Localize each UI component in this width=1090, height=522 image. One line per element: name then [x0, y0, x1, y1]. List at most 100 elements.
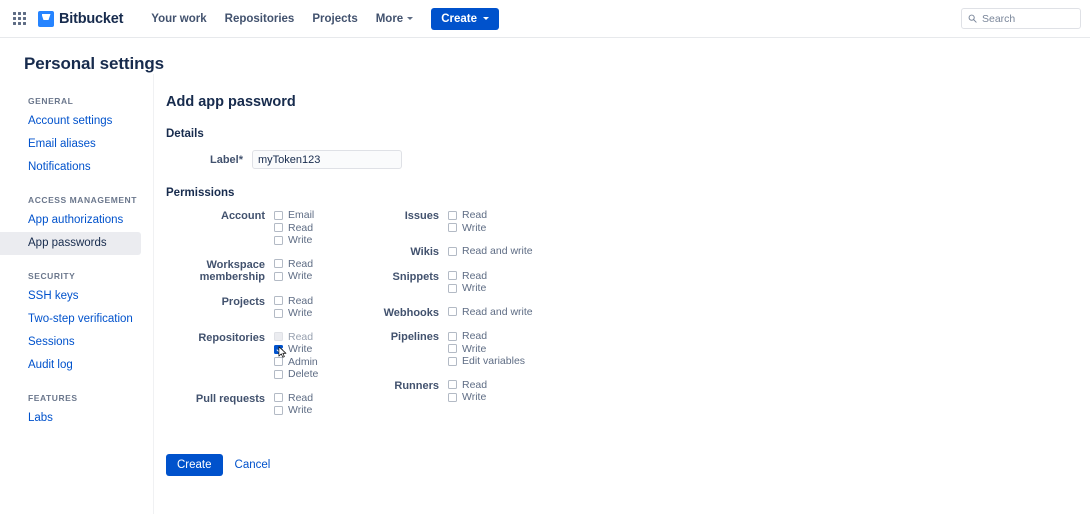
- checkbox-box[interactable]: [274, 259, 283, 269]
- permission-group: Workspace membership Read Write: [166, 258, 362, 284]
- cancel-button[interactable]: Cancel: [233, 454, 273, 476]
- nav-link-repositories[interactable]: Repositories: [217, 8, 303, 30]
- checkbox-label: Delete: [288, 368, 319, 381]
- sidebar-item-ssh-keys[interactable]: SSH keys: [0, 285, 141, 308]
- chevron-down-icon: [483, 17, 490, 20]
- permission-group-label: Account: [221, 210, 265, 222]
- sidebar-group: SECURITY SSH keys Two-step verification Ses…: [0, 271, 153, 377]
- sidebar-item-app-passwords[interactable]: App passwords: [0, 232, 141, 255]
- checkbox-box[interactable]: [448, 271, 457, 281]
- permission-group-label: Wikis: [410, 246, 439, 258]
- checkbox-box[interactable]: [274, 357, 283, 367]
- checkbox-box[interactable]: [274, 235, 283, 245]
- checkbox-pull-requests-write[interactable]: Write: [274, 404, 313, 417]
- checkbox-box[interactable]: [448, 356, 457, 366]
- sidebar-item-email-aliases[interactable]: Email aliases: [0, 133, 141, 156]
- nav-link-your-work[interactable]: Your work: [143, 8, 214, 30]
- permission-group: Pipelines Read Write Edit variables: [362, 330, 602, 368]
- permission-options: Read Write: [448, 209, 487, 234]
- checkbox-box[interactable]: [274, 308, 283, 318]
- checkbox-issues-read[interactable]: Read: [448, 209, 487, 222]
- checkbox-box[interactable]: [448, 246, 457, 256]
- permission-options: Read Write: [274, 258, 313, 284]
- sidebar-item-audit-log[interactable]: Audit log: [0, 354, 141, 377]
- checkbox-repositories-delete[interactable]: Delete: [274, 368, 318, 381]
- checkbox-webhooks-read-and-write[interactable]: Read and write: [448, 306, 533, 319]
- sidebar-item-labs[interactable]: Labs: [0, 407, 141, 430]
- permission-group-label: Issues: [404, 210, 439, 222]
- checkbox-wikis-read-and-write[interactable]: Read and write: [448, 245, 533, 258]
- permission-options: Read Write Edit variables: [448, 330, 525, 368]
- checkbox-repositories-read[interactable]: Read: [274, 331, 318, 344]
- permission-group-label: Pull requests: [195, 392, 265, 405]
- checkbox-issues-write[interactable]: Write: [448, 222, 487, 235]
- checkbox-box[interactable]: [448, 307, 457, 317]
- grid-apps-icon[interactable]: [8, 8, 30, 30]
- checkbox-label: Email: [288, 209, 315, 222]
- sidebar-group: GENERAL Account settings Email aliases Noti…: [0, 96, 153, 179]
- checkbox-pipelines-write[interactable]: Write: [448, 343, 525, 356]
- checkbox-box[interactable]: [448, 392, 457, 402]
- checkbox-pipelines-edit-variables[interactable]: Edit variables: [448, 355, 525, 368]
- checkbox-account-read[interactable]: Read: [274, 222, 314, 235]
- checkbox-box[interactable]: [274, 393, 283, 403]
- checkbox-runners-read[interactable]: Read: [448, 379, 487, 392]
- checkbox-box[interactable]: [274, 210, 283, 220]
- checkbox-repositories-admin[interactable]: Admin: [274, 356, 318, 369]
- nav-link-more[interactable]: More: [368, 8, 421, 30]
- nav-link-label: Repositories: [224, 12, 295, 25]
- checkbox-repositories-write[interactable]: Write: [274, 343, 318, 358]
- checkbox-runners-write[interactable]: Write: [448, 391, 487, 404]
- checkbox-pipelines-read[interactable]: Read: [448, 330, 525, 343]
- create-button[interactable]: Create: [431, 7, 500, 30]
- checkbox-snippets-write[interactable]: Write: [448, 282, 487, 295]
- sidebar-group-heading: SECURITY: [28, 271, 76, 281]
- checkbox-label: Read and write: [462, 245, 533, 258]
- checkbox-label: Write: [288, 234, 313, 247]
- permissions-left-column: Account Email Read Write Workspace membershi…: [166, 209, 362, 428]
- label-input[interactable]: [252, 150, 402, 169]
- checkbox-account-write[interactable]: Write: [274, 234, 314, 247]
- checkbox-box[interactable]: [274, 344, 283, 354]
- form-title: Add app password: [166, 94, 296, 110]
- checkbox-snippets-read[interactable]: Read: [448, 270, 487, 283]
- permission-group-label: Workspace membership: [199, 258, 265, 284]
- checkbox-box[interactable]: [274, 223, 283, 233]
- checkbox-account-email[interactable]: Email: [274, 209, 314, 222]
- permission-options: Read Write: [274, 392, 313, 417]
- sidebar-group: ACCESS MANAGEMENT App authorizations App p…: [0, 195, 153, 255]
- checkbox-box[interactable]: [274, 405, 283, 415]
- nav-link-projects[interactable]: Projects: [304, 8, 365, 30]
- checkbox-box[interactable]: [274, 296, 283, 306]
- checkbox-workspace-membership-read[interactable]: Read: [274, 258, 313, 271]
- checkbox-workspace-membership-write[interactable]: Write: [274, 270, 313, 283]
- permission-group: Snippets Read Write: [362, 270, 602, 295]
- checkbox-box[interactable]: [448, 331, 457, 341]
- checkbox-label: Write: [462, 221, 487, 234]
- checkbox-box[interactable]: [448, 283, 457, 293]
- search-input[interactable]: Search: [961, 8, 1081, 29]
- create-submit-button[interactable]: Create: [166, 453, 223, 476]
- sidebar-item-account-settings[interactable]: Account settings: [0, 110, 141, 133]
- checkbox-box[interactable]: [448, 210, 457, 220]
- checkbox-projects-read[interactable]: Read: [274, 295, 313, 308]
- checkbox-pull-requests-read[interactable]: Read: [274, 392, 313, 405]
- bitbucket-home-link[interactable]: Bitbucket: [38, 10, 123, 27]
- sidebar-item-notifications[interactable]: Notifications: [0, 156, 141, 179]
- checkbox-projects-write[interactable]: Write: [274, 307, 313, 320]
- checkbox-label: Read: [462, 330, 488, 343]
- sidebar-item-sessions[interactable]: Sessions: [0, 331, 141, 354]
- sidebar-item-app-authorizations[interactable]: App authorizations: [0, 209, 141, 232]
- checkbox-box[interactable]: [448, 223, 457, 233]
- permission-options: Email Read Write: [274, 209, 314, 247]
- checkbox-label: Write: [288, 343, 313, 356]
- checkbox-label: Write: [462, 391, 487, 404]
- checkbox-label: Read: [288, 391, 314, 404]
- sidebar-item-two-step-verification[interactable]: Two-step verification: [0, 308, 141, 331]
- checkbox-box[interactable]: [274, 332, 283, 342]
- checkbox-box[interactable]: [448, 380, 457, 390]
- checkbox-box[interactable]: [274, 271, 283, 281]
- checkbox-label: Read: [288, 330, 314, 343]
- checkbox-box[interactable]: [448, 344, 457, 354]
- checkbox-box[interactable]: [274, 369, 283, 379]
